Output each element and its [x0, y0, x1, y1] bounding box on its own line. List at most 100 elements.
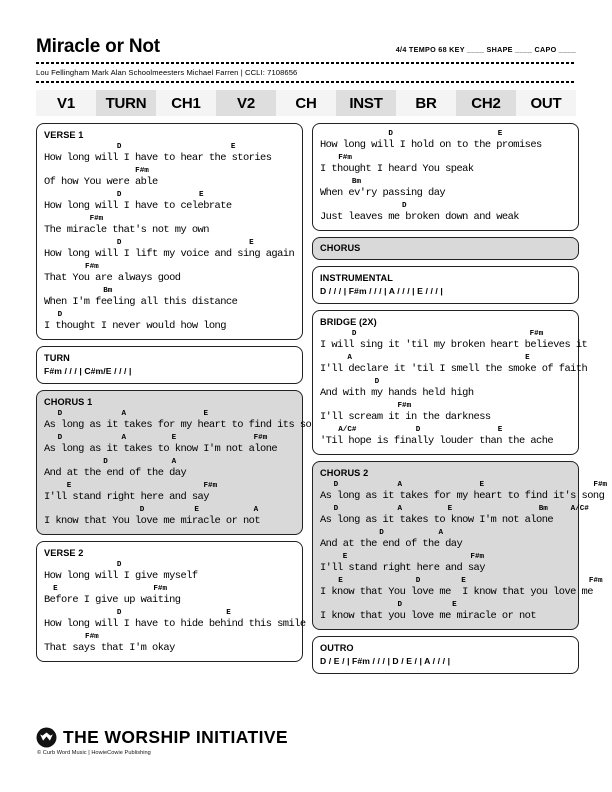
lyric-line: As long as it takes for my heart to find…: [320, 490, 605, 502]
chord-line: D: [44, 311, 63, 319]
section-label: CHORUS: [320, 243, 361, 253]
chord-line: D E: [44, 239, 254, 247]
lyric-line: I know that You love me I know that you …: [320, 586, 593, 598]
section-verse-2: VERSE 2 D How long will I give myself E …: [36, 541, 306, 662]
lyric-line: I'll stand right here and say: [44, 491, 209, 503]
left-column: VERSE 1 D E How long will I have to hear…: [36, 123, 336, 674]
nav-item-out[interactable]: OUT: [516, 90, 576, 116]
lyric-line: How long will I have to hide behind this…: [44, 618, 306, 630]
chord-line: F#m: [320, 402, 412, 410]
lyric-line: I'll stand right here and say: [320, 562, 485, 574]
section-chorus-1: CHORUS 1 D A E F#m As long as it takes f…: [36, 390, 336, 535]
lyric-line: And with my hands held high: [320, 387, 474, 399]
section-bridge: BRIDGE (2X) D F#m I will sing it 'til my…: [312, 310, 588, 455]
nav-item-br[interactable]: BR: [396, 90, 456, 116]
chord-line: F#m: [44, 215, 104, 223]
chord-line: F#m: [44, 263, 99, 271]
chord-line: Bm: [44, 287, 113, 295]
lyric-line: That You are always good: [44, 272, 181, 284]
credits-divider: [36, 81, 576, 83]
song-metadata: 4/4 TEMPO 68 KEY ____ SHAPE ____ CAPO __…: [395, 45, 576, 54]
chart-header: Miracle or Not 4/4 TEMPO 68 KEY ____ SHA…: [36, 36, 576, 58]
chord-line: D E: [44, 191, 204, 199]
chord-line: A/C# D E: [320, 426, 503, 434]
section-verse-2-continued: D E How long will I hold on to the promi…: [312, 123, 579, 231]
chord-line: D E: [320, 130, 503, 138]
section-outro: OUTRO D / E / | F#m / / / | D / E / | A …: [312, 636, 579, 674]
lyric-line: How long will I lift my voice and sing a…: [44, 248, 295, 260]
section-label: INSTRUMENTAL: [320, 273, 393, 283]
section-label: BRIDGE (2X): [320, 317, 377, 327]
chord-line: D A: [320, 529, 444, 537]
nav-item-turn[interactable]: TURN: [96, 90, 156, 116]
section-label: VERSE 2: [44, 548, 84, 558]
chord-line: F#m: [44, 633, 99, 641]
section-chorus-marker: CHORUS: [312, 237, 579, 260]
chord-line: D F#m: [320, 330, 544, 338]
chord-line: D: [44, 561, 122, 569]
lyric-line: How long will I have to celebrate: [44, 200, 232, 212]
chord-line: D A: [44, 458, 177, 466]
chart-body: VERSE 1 D E How long will I have to hear…: [36, 123, 608, 674]
section-chorus-2: CHORUS 2 D A E F#m As long as it takes f…: [312, 461, 608, 630]
section-label: CHORUS 2: [320, 468, 369, 478]
chord-chart-page: Miracle or Not 4/4 TEMPO 68 KEY ____ SHA…: [0, 0, 612, 792]
lyric-line: I thought I heard You speak: [320, 163, 474, 175]
chord-line: D E: [44, 609, 231, 617]
lyric-line: Just leaves me broken down and weak: [320, 211, 520, 223]
song-credits: Lou Fellingham Mark Alan Schoolmeesters …: [36, 68, 298, 77]
lyric-line: I know that You love me miracle or not: [44, 515, 261, 527]
lyric-line: When I'm feeling all this distance: [44, 296, 238, 308]
chord-chart-line: D / / / | F#m / / / | A / / / | E / / / …: [320, 286, 443, 296]
nav-item-v1[interactable]: V1: [36, 90, 96, 116]
lyric-line: 'Til hope is finally louder than the ach…: [320, 435, 554, 447]
lyric-line: That says that I'm okay: [44, 642, 175, 654]
lyric-line: I know that you love me miracle or not: [320, 610, 537, 622]
nav-item-v2[interactable]: V2: [216, 90, 276, 116]
lyric-line: And at the end of the day: [320, 538, 463, 550]
brand-lockup: THE WORSHIP INITIATIVE: [36, 727, 576, 748]
chord-line: E F#m: [320, 553, 485, 561]
section-label: TURN: [44, 353, 70, 363]
chord-line: D E: [320, 601, 457, 609]
chord-line: D: [320, 202, 407, 210]
copyright-text: © Curb Word Music | HowieCowie Publishin…: [37, 750, 151, 756]
chord-line: F#m: [44, 167, 149, 175]
section-label: OUTRO: [320, 643, 354, 653]
page-title: Miracle or Not: [36, 36, 160, 57]
lyric-line: I will sing it 'til my broken heart beli…: [320, 339, 588, 351]
right-column: D E How long will I hold on to the promi…: [312, 123, 608, 674]
nav-item-ch2[interactable]: CH2: [456, 90, 516, 116]
lyric-line: I thought I never would how long: [44, 320, 226, 332]
lyric-line: Of how You were able: [44, 176, 158, 188]
header-divider: [36, 62, 576, 65]
section-label: CHORUS 1: [44, 397, 93, 407]
chord-line: A E: [320, 354, 530, 362]
chord-line: D E A: [44, 506, 259, 514]
section-instrumental: INSTRUMENTAL D / / / | F#m / / / | A / /…: [312, 266, 579, 304]
nav-item-ch[interactable]: CH: [276, 90, 336, 116]
lyric-line: As long as it takes to know I'm not alon…: [320, 514, 554, 526]
lyric-line: As long as it takes for my heart to find…: [44, 419, 323, 431]
nav-item-inst[interactable]: INST: [336, 90, 396, 116]
chord-line: Bm: [320, 178, 362, 186]
lyric-line: How long will I hold on to the promises: [320, 139, 542, 151]
chord-line: E F#m: [44, 585, 168, 593]
section-label: VERSE 1: [44, 130, 84, 140]
lyric-line: I'll scream it in the darkness: [320, 411, 491, 423]
lyric-line: How long will I have to hear the stories: [44, 152, 272, 164]
worship-initiative-logo-icon: [36, 727, 57, 748]
chord-line: D A E F#m: [44, 410, 336, 418]
brand-name: THE WORSHIP INITIATIVE: [63, 727, 288, 747]
chord-line: D A E F#m: [320, 481, 608, 489]
chord-line: D A E Bm A/C#: [320, 505, 589, 513]
chord-line: E F#m: [44, 482, 218, 490]
chord-chart-line: D / E / | F#m / / / | D / E / | A / / / …: [320, 656, 451, 666]
nav-item-ch1[interactable]: CH1: [156, 90, 216, 116]
section-verse-1: VERSE 1 D E How long will I have to hear…: [36, 123, 303, 340]
chord-line: D E: [44, 143, 236, 151]
section-nav-bar: V1 TURN CH1 V2 CH INST BR CH2 OUT: [36, 90, 576, 116]
chord-line: D: [320, 378, 380, 386]
chord-line: E D E F#m: [320, 577, 603, 585]
section-turn: TURN F#m / / / | C#m/E / / / |: [36, 346, 303, 384]
